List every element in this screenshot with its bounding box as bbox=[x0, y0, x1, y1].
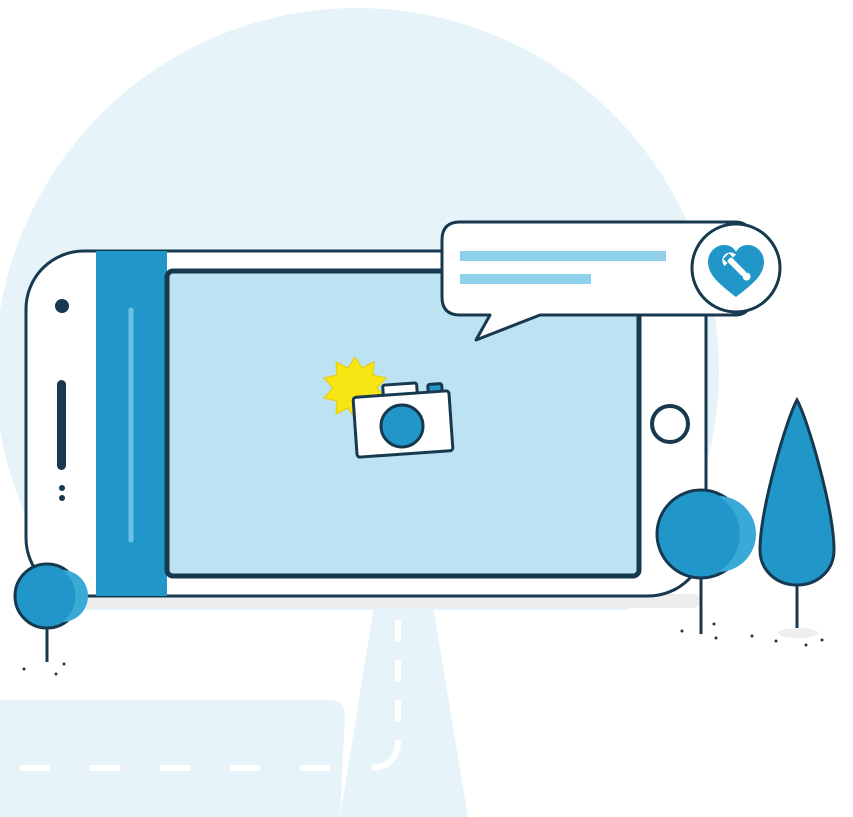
speaker-slot bbox=[57, 380, 66, 470]
cone-tree-shadow bbox=[778, 628, 818, 638]
bubble-line-2 bbox=[460, 274, 591, 284]
front-camera-dot bbox=[55, 299, 69, 313]
illustration-scene bbox=[0, 0, 853, 817]
phone-repair-illustration bbox=[0, 8, 853, 817]
bubble-line-1 bbox=[460, 251, 666, 261]
camera-lens bbox=[379, 403, 425, 449]
home-button-icon[interactable] bbox=[650, 404, 690, 444]
cone-tree-icon bbox=[758, 396, 836, 647]
sensor-dot-1 bbox=[59, 485, 65, 491]
sensor-dot-2 bbox=[59, 495, 65, 501]
